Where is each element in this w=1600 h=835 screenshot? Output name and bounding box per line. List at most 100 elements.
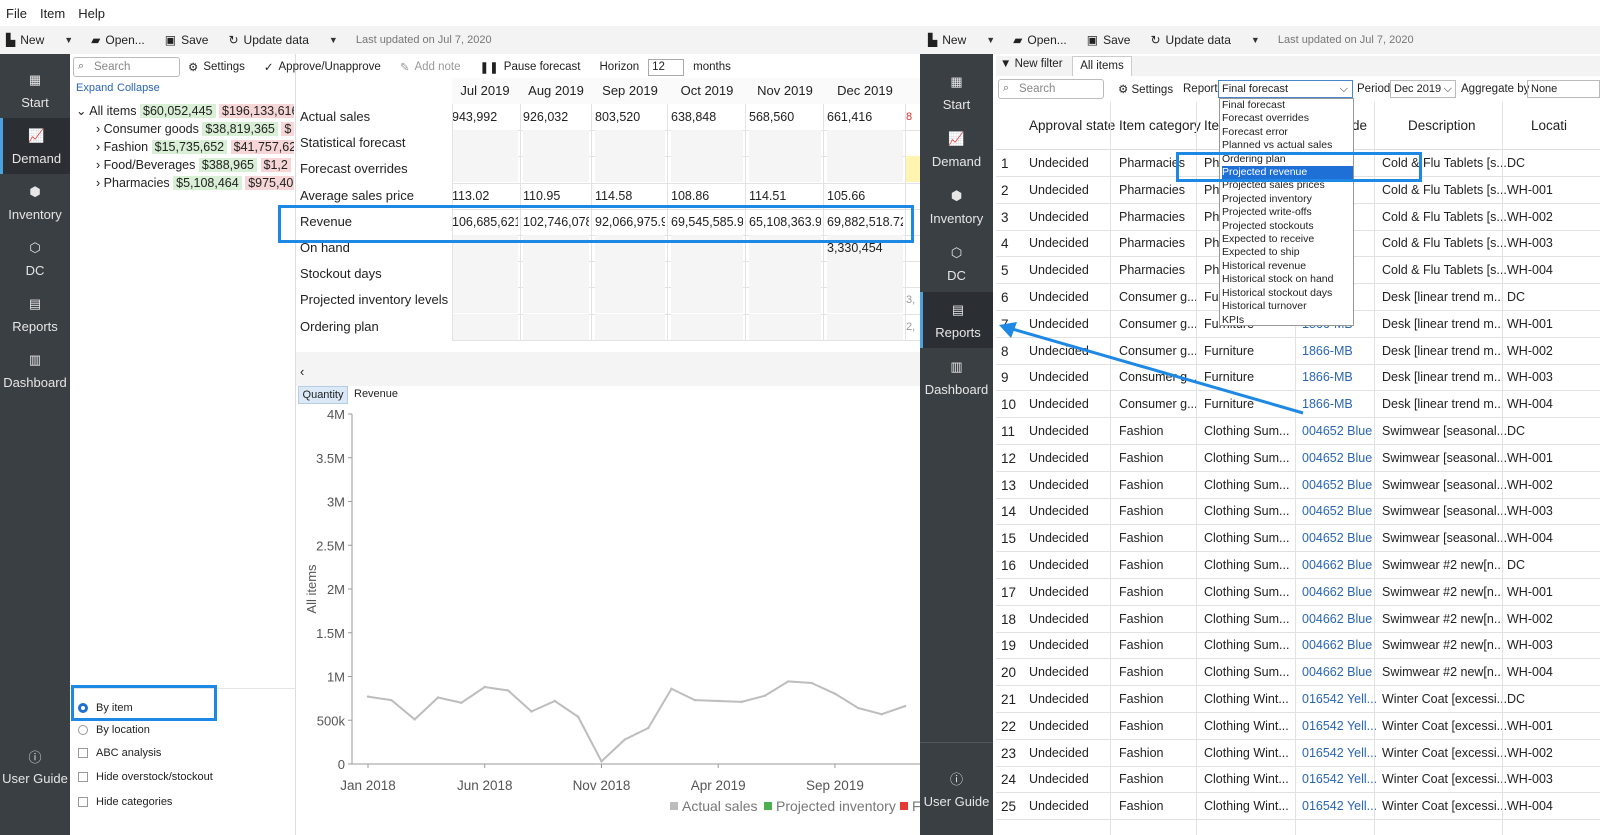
tree-node-all-items[interactable]: ⌄ All items $60,052,445 $196,133,616 [76, 102, 294, 120]
item-code-link[interactable]: 004662 Blue [1302, 552, 1372, 579]
item-code-link[interactable]: 004652 Blue [1302, 472, 1372, 499]
update-dropdown-icon[interactable]: ▼ [329, 35, 338, 45]
table-row[interactable]: 15 Undecided Fashion Clothing Sum... 004652 … [996, 525, 1600, 553]
new-dropdown-icon[interactable]: ▼ [64, 35, 73, 45]
grid-cell[interactable] [452, 261, 518, 288]
grid-cell[interactable]: 661,416 [827, 104, 903, 130]
table-row[interactable]: 14 Undecided Fashion Clothing Sum... 004652 … [996, 498, 1600, 526]
new-button[interactable]: ▙ New [6, 33, 44, 47]
expand-link[interactable]: Expand [76, 82, 113, 94]
grid-cell[interactable] [595, 313, 665, 340]
update-data-button[interactable]: ↻ Update data [228, 33, 308, 47]
report-option[interactable]: Projected inventory [1222, 193, 1353, 206]
nav-reports[interactable]: ▤ Reports [0, 286, 70, 342]
tree-node[interactable]: › Food/Beverages $388,965 $1,2 [76, 156, 294, 174]
report-select[interactable]: Final forecast ⌵ [1218, 80, 1353, 98]
table-row[interactable]: 13 Undecided Fashion Clothing Sum... 004652 … [996, 472, 1600, 499]
grid-cell[interactable] [827, 130, 903, 157]
col-approval-state[interactable]: Approval state [1029, 118, 1115, 133]
grid-cell[interactable] [749, 287, 821, 314]
hide-overstock-checkbox[interactable]: Hide overstock/stockout [78, 771, 213, 783]
tree-search-input[interactable]: Search [73, 57, 180, 77]
update-data-button[interactable]: ↻ Update data [1150, 33, 1230, 47]
period-select[interactable]: Dec 2019 ⌵ [1390, 80, 1456, 98]
item-code-link[interactable]: 004652 Blue [1302, 498, 1372, 525]
pause-forecast-button[interactable]: Pause forecast [504, 61, 581, 73]
report-option[interactable]: Projected write-offs [1222, 206, 1353, 219]
grid-cell[interactable] [523, 287, 589, 314]
nav-dc[interactable]: ⬡ DC [0, 230, 70, 286]
abc-analysis-checkbox[interactable]: ABC analysis [78, 747, 161, 759]
save-button[interactable]: ▣ Save [165, 33, 209, 47]
grid-cell[interactable] [523, 261, 589, 288]
settings-button[interactable]: Settings [203, 61, 245, 73]
grid-cell[interactable] [749, 130, 821, 157]
item-code-link[interactable]: 016542 Yell... [1302, 793, 1377, 820]
tab-revenue[interactable]: Revenue [354, 388, 398, 400]
table-search-input[interactable]: Search [998, 79, 1104, 99]
grid-cell[interactable] [452, 287, 518, 314]
nav-dashboard[interactable]: ▥ Dashboard [920, 349, 993, 405]
settings-button[interactable]: ⚙ Settings [1118, 82, 1173, 96]
collapse-link[interactable]: Collapse [117, 82, 160, 94]
table-row[interactable]: 18 Undecided Fashion Clothing Sum... 004662 … [996, 606, 1600, 633]
month-header[interactable]: Nov 2019 [747, 78, 823, 104]
tree-node[interactable]: › Consumer goods $38,819,365 $ [76, 120, 294, 138]
col-description[interactable]: Description [1408, 118, 1476, 133]
item-code-link[interactable]: 016542 Yell... [1302, 766, 1377, 793]
nav-user-guide[interactable]: ⓘ User Guide [0, 738, 70, 794]
grid-cell[interactable] [671, 287, 743, 314]
new-button[interactable]: ▙ New [928, 33, 966, 47]
new-dropdown-icon[interactable]: ▼ [986, 35, 995, 45]
table-row[interactable]: 12 Undecided Fashion Clothing Sum... 004652 … [996, 445, 1600, 472]
month-header[interactable]: Jul 2019 [450, 78, 520, 104]
item-code-link[interactable]: 004652 Blue [1302, 525, 1372, 552]
grid-cell[interactable] [749, 261, 821, 288]
grid-cell[interactable]: 638,848 [671, 104, 743, 130]
by-location-radio[interactable]: By location [78, 724, 150, 736]
nav-inventory[interactable]: ⬢ Inventory [0, 174, 70, 230]
item-code-link[interactable]: 016542 Yell... [1302, 740, 1377, 767]
tree-node[interactable]: › Fashion $15,735,652 $41,757,62 [76, 138, 294, 156]
menu-file[interactable]: File [6, 6, 27, 21]
item-code-link[interactable]: 004652 Blue [1302, 445, 1372, 472]
open-button[interactable]: ▰ Open... [1013, 33, 1067, 47]
grid-cell[interactable] [827, 261, 903, 288]
approve-button[interactable]: Approve/Unapprove [279, 61, 381, 73]
table-row[interactable]: 16 Undecided Fashion Clothing Sum... 004662 … [996, 552, 1600, 579]
scroll-left-icon[interactable]: ‹ [300, 364, 304, 379]
nav-start[interactable]: ▦ Start [920, 64, 993, 120]
hide-categories-checkbox[interactable]: Hide categories [78, 796, 172, 808]
table-row[interactable]: 19 Undecided Fashion Clothing Sum... 004662 … [996, 632, 1600, 660]
nav-demand[interactable]: 📈 Demand [0, 118, 70, 174]
horizon-stepper[interactable]: 12 [648, 58, 685, 76]
grid-cell[interactable] [595, 287, 665, 314]
table-row[interactable]: 20 Undecided Fashion Clothing Sum... 004662 … [996, 659, 1600, 687]
month-header[interactable]: Sep 2019 [593, 78, 667, 104]
grid-cell[interactable] [671, 156, 743, 183]
grid-cell[interactable] [595, 130, 665, 157]
item-code-link[interactable]: 004662 Blue [1302, 579, 1372, 606]
menu-item[interactable]: Item [40, 6, 65, 21]
save-button[interactable]: ▣ Save [1087, 33, 1131, 47]
grid-cell[interactable] [595, 261, 665, 288]
item-code-link[interactable]: 016542 Yell... [1302, 713, 1377, 740]
nav-dashboard[interactable]: ▥ Dashboard [0, 342, 70, 398]
update-dropdown-icon[interactable]: ▼ [1251, 35, 1260, 45]
grid-cell[interactable] [595, 156, 665, 183]
grid-cell[interactable] [452, 156, 518, 183]
table-row[interactable]: 25 Undecided Fashion Clothing Wint... 016542… [996, 793, 1600, 821]
item-code-link[interactable]: 016542 Yell... [1302, 686, 1377, 713]
nav-dc[interactable]: ⬡ DC [920, 235, 993, 291]
report-option[interactable]: Planned vs actual sales [1222, 139, 1353, 152]
tab-all-items[interactable]: All items [1072, 56, 1132, 76]
table-row[interactable]: 21 Undecided Fashion Clothing Wint... 016542… [996, 686, 1600, 713]
grid-cell[interactable] [827, 287, 903, 314]
grid-cell[interactable]: 943,992 [452, 104, 518, 130]
grid-cell[interactable] [827, 156, 903, 183]
grid-cell[interactable] [671, 130, 743, 157]
nav-demand[interactable]: 📈 Demand [920, 121, 993, 177]
col-item[interactable]: Ite [1204, 118, 1219, 133]
grid-cell[interactable] [671, 261, 743, 288]
grid-cell[interactable]: 926,032 [523, 104, 589, 130]
